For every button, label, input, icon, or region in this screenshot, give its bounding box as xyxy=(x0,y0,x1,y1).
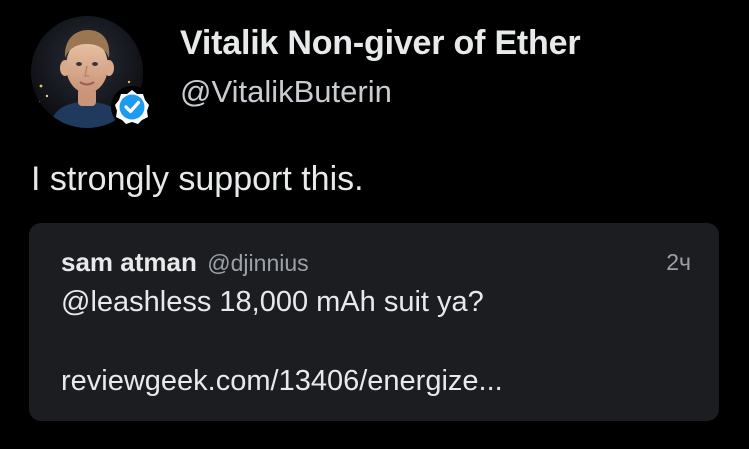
quoted-timestamp: 2ч xyxy=(666,249,691,275)
quoted-author-name: sam atman xyxy=(61,247,197,277)
quoted-link[interactable]: reviewgeek.com/13406/energize... xyxy=(61,365,503,398)
quoted-author-handle: @djinnius xyxy=(207,250,309,276)
quoted-text: @leashless 18,000 mAh suit ya? xyxy=(61,286,484,318)
author-display-name[interactable]: Vitalik Non-giver of Ether xyxy=(180,24,581,63)
verified-check-icon xyxy=(111,86,153,128)
quoted-author: sam atman @djinnius xyxy=(61,247,309,278)
quoted-tweet-card[interactable]: sam atman @djinnius 2ч @leashless 18,000… xyxy=(29,223,719,421)
tweet-text: I strongly support this. xyxy=(31,160,364,198)
avatar-container[interactable] xyxy=(31,16,159,132)
author-handle[interactable]: @VitalikButerin xyxy=(180,74,392,110)
